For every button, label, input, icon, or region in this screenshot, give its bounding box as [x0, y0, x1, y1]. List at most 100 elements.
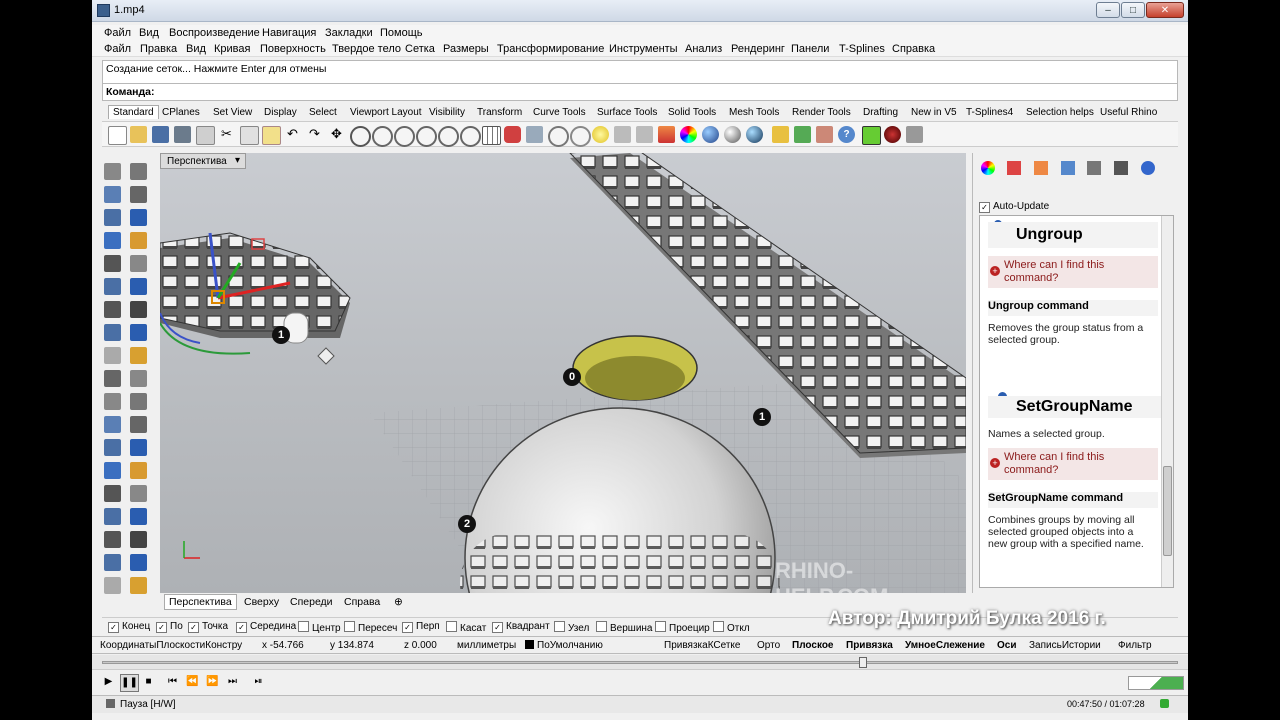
- zoom-icon[interactable]: [372, 126, 393, 147]
- left-tool-icon[interactable]: [104, 485, 121, 502]
- rhino-menu-analysis[interactable]: Анализ: [685, 43, 722, 55]
- pan-icon[interactable]: ✥: [328, 126, 345, 143]
- tab-display[interactable]: Display: [264, 107, 297, 118]
- left-tool-icon[interactable]: [104, 255, 121, 272]
- rhino-menu-tools[interactable]: Инструменты: [609, 43, 678, 55]
- vp-tab-front[interactable]: Спереди: [290, 596, 333, 608]
- settings-icon[interactable]: [906, 126, 923, 143]
- left-tool-icon[interactable]: [104, 462, 121, 479]
- left-tool-icon[interactable]: [104, 324, 121, 341]
- rhino-menu-help[interactable]: Справка: [892, 43, 935, 55]
- osnap-near[interactable]: ✓ По: [156, 621, 183, 633]
- camera-icon[interactable]: [570, 126, 591, 147]
- left-tool-icon[interactable]: [130, 439, 147, 456]
- left-tool-icon[interactable]: [130, 209, 147, 226]
- vp-tab-add-icon[interactable]: ⊕: [394, 596, 403, 608]
- wireframe-icon[interactable]: [636, 126, 653, 143]
- material-sphere-icon[interactable]: [724, 126, 741, 143]
- rotate-view-icon[interactable]: [350, 126, 371, 147]
- left-tool-icon[interactable]: [130, 278, 147, 295]
- osnap-perp[interactable]: ✓ Перп: [402, 621, 440, 633]
- left-tool-icon[interactable]: [104, 370, 121, 387]
- left-tool-icon[interactable]: [130, 255, 147, 272]
- left-tool-icon[interactable]: [130, 508, 147, 525]
- osnap-center[interactable]: Центр: [298, 621, 341, 634]
- player-menu-file[interactable]: Файл: [104, 27, 131, 39]
- tsplines-icon[interactable]: [794, 126, 811, 143]
- left-tool-icon[interactable]: [104, 209, 121, 226]
- viewport-title-tab[interactable]: Перспектива ▾: [160, 153, 246, 169]
- left-tool-icon[interactable]: [130, 393, 147, 410]
- play-icon[interactable]: ▶: [100, 674, 117, 690]
- left-tool-icon[interactable]: [104, 278, 121, 295]
- tab-transform[interactable]: Transform: [477, 107, 522, 118]
- left-tool-icon[interactable]: [130, 301, 147, 318]
- prev-icon[interactable]: ⏮: [164, 674, 181, 690]
- maximize-icon[interactable]: □: [1121, 2, 1145, 18]
- left-tool-icon[interactable]: [104, 554, 121, 571]
- left-tool-icon[interactable]: [130, 485, 147, 502]
- osnap-quadrant[interactable]: ✓ Квадрант: [492, 621, 550, 633]
- undo-icon[interactable]: ↶: [284, 126, 301, 143]
- status-planar[interactable]: Плоское: [792, 640, 834, 651]
- stop-icon[interactable]: [884, 126, 901, 143]
- options-icon[interactable]: [772, 126, 789, 143]
- rhino-menu-panels[interactable]: Панели: [791, 43, 829, 55]
- rhino-menu-solid[interactable]: Твердое тело: [332, 43, 401, 55]
- panel-light-icon[interactable]: [1034, 161, 1048, 175]
- vp-tab-perspective[interactable]: Перспектива: [164, 594, 237, 610]
- tab-new-in-v5[interactable]: New in V5: [911, 107, 957, 118]
- shade-icon[interactable]: [614, 126, 631, 143]
- close-icon[interactable]: ✕: [1146, 2, 1184, 18]
- left-tool-icon[interactable]: [130, 163, 147, 180]
- script-icon[interactable]: [862, 126, 881, 145]
- panel-help-icon[interactable]: [1061, 161, 1075, 175]
- osnap-project[interactable]: Проецир: [655, 621, 710, 634]
- redo-icon[interactable]: ↷: [306, 126, 323, 143]
- new-file-icon[interactable]: [108, 126, 127, 145]
- rhino-menu-file[interactable]: Файл: [104, 43, 131, 55]
- left-tool-icon[interactable]: [130, 577, 147, 594]
- minimize-icon[interactable]: –: [1096, 2, 1120, 18]
- layer-icon[interactable]: [658, 126, 675, 143]
- panel-layers-icon[interactable]: [1007, 161, 1021, 175]
- left-tool-icon[interactable]: [130, 324, 147, 341]
- zoom-all-icon[interactable]: [460, 126, 481, 147]
- help-scrollbar-thumb[interactable]: [1163, 466, 1172, 556]
- tab-tsplines4[interactable]: T-Splines4: [966, 107, 1013, 118]
- car-icon[interactable]: [504, 126, 521, 143]
- setgroupname-where-link[interactable]: + Where can I find this command?: [988, 448, 1158, 480]
- osnap-mid[interactable]: ✓ Середина: [236, 621, 296, 633]
- help-scrollbar[interactable]: [1161, 216, 1173, 587]
- vp-tab-top[interactable]: Сверху: [244, 596, 279, 608]
- rhino-menu-transform[interactable]: Трансформирование: [497, 43, 604, 55]
- osnap-vertex[interactable]: Вершина: [596, 621, 653, 634]
- tab-drafting[interactable]: Drafting: [863, 107, 898, 118]
- print-icon[interactable]: [174, 126, 191, 143]
- forward-icon[interactable]: ⏩: [204, 674, 221, 690]
- seek-thumb[interactable]: [859, 657, 867, 668]
- left-tool-icon[interactable]: [104, 186, 121, 203]
- panel-render-icon[interactable]: [1141, 161, 1155, 175]
- status-layer[interactable]: ПоУмолчанию: [525, 640, 603, 651]
- osnap-point[interactable]: ✓ Точка: [188, 621, 228, 633]
- left-tool-icon[interactable]: [104, 347, 121, 364]
- left-tool-icon[interactable]: [130, 531, 147, 548]
- tab-curve-tools[interactable]: Curve Tools: [533, 107, 586, 118]
- paste-icon[interactable]: [262, 126, 281, 145]
- tab-standard[interactable]: Standard: [108, 105, 159, 119]
- volume-slider[interactable]: [1128, 676, 1184, 690]
- cut-icon[interactable]: ✂: [218, 126, 235, 143]
- left-tool-icon[interactable]: [104, 577, 121, 594]
- status-filter[interactable]: Фильтр: [1118, 640, 1152, 651]
- left-tool-icon[interactable]: [130, 232, 147, 249]
- player-menu-bookmarks[interactable]: Закладки: [325, 27, 373, 39]
- player-menu-help[interactable]: Помощь: [380, 27, 423, 39]
- command-line[interactable]: Команда:: [102, 84, 1178, 101]
- left-tool-icon[interactable]: [130, 416, 147, 433]
- left-tool-icon[interactable]: [104, 301, 121, 318]
- tab-viewport-layout[interactable]: Viewport Layout: [350, 107, 422, 118]
- viewport-dropdown-icon[interactable]: ▾: [235, 155, 240, 166]
- export-icon[interactable]: [196, 126, 215, 145]
- player-menu-playback[interactable]: Воспроизведение: [169, 27, 260, 39]
